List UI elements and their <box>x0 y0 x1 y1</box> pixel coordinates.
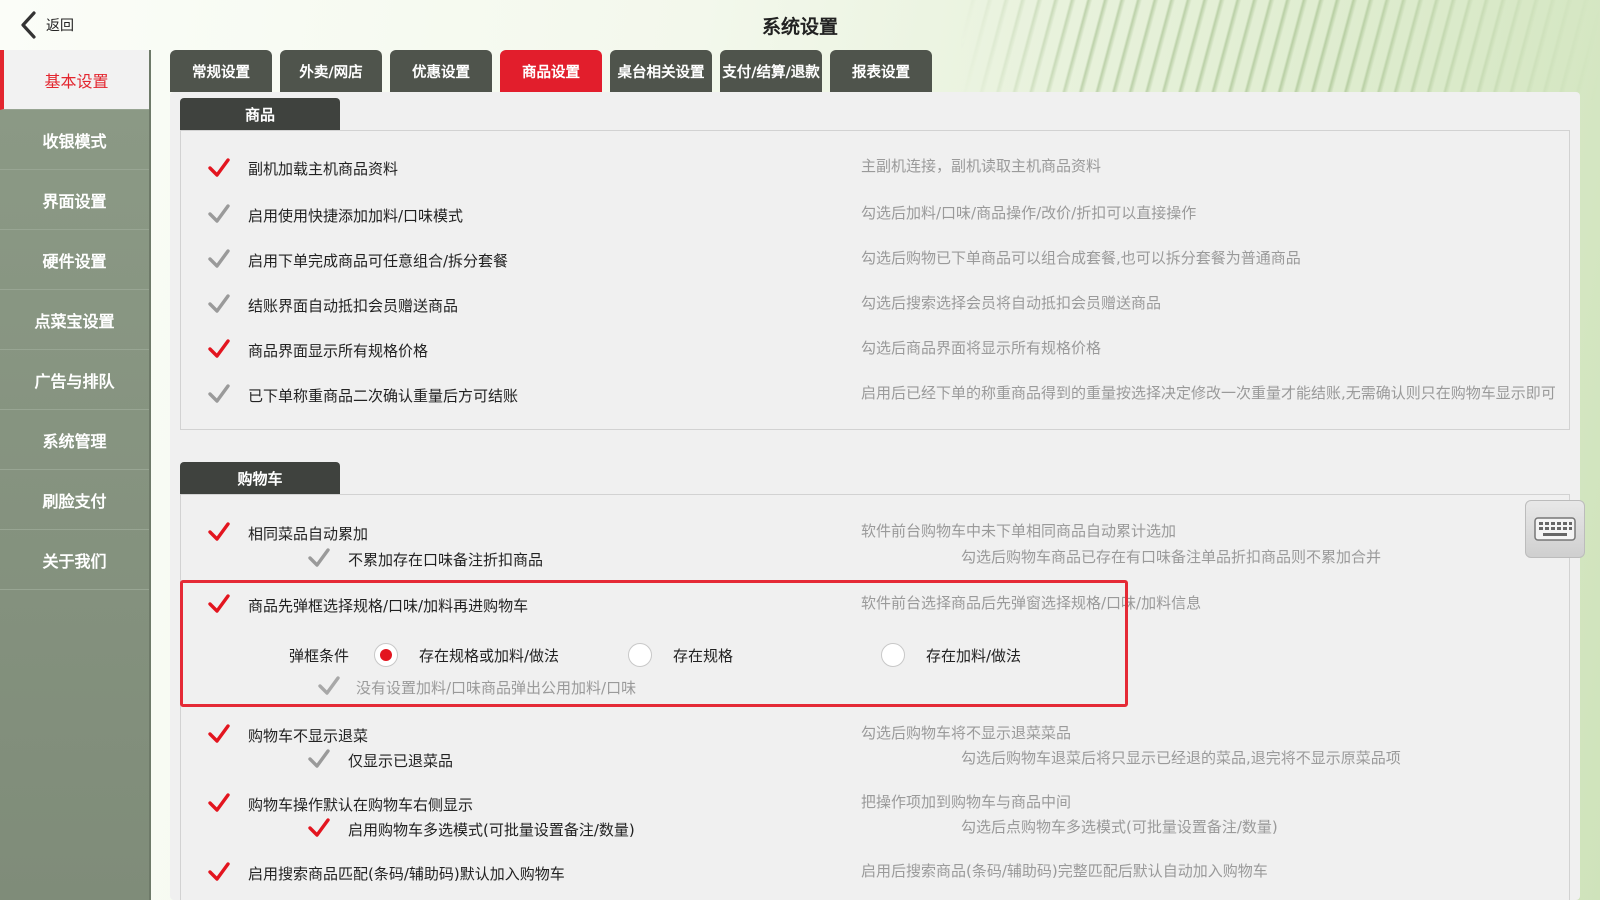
option-label: 启用搜索商品匹配(条码/辅助码)默认加入购物车 <box>248 865 565 883</box>
sidebar-item-ads-queue[interactable]: 广告与排队 <box>0 350 149 410</box>
checkmark-red-icon <box>208 522 230 541</box>
checkbox-goods-4[interactable] <box>207 338 231 360</box>
option-label: 副机加载主机商品资料 <box>248 160 399 178</box>
checkbox-cart-0[interactable] <box>207 521 231 543</box>
option-desc: 勾选后搜索选择会员将自动抵扣会员赠送商品 <box>861 294 1162 312</box>
checkmark-gray-icon <box>308 548 330 567</box>
checkbox-cart-7[interactable] <box>307 817 331 839</box>
checkbox-goods-5[interactable] <box>207 383 231 405</box>
option-desc: 软件前台选择商品后先弹窗选择规格/口味/加料信息 <box>861 594 1202 612</box>
option-desc: 勾选后购物已下单商品可以组合成套餐,也可以拆分套餐为普通商品 <box>861 249 1301 267</box>
option-label: 商品先弹框选择规格/口味/加料再进购物车 <box>248 597 529 615</box>
sidebar-item-hardware[interactable]: 硬件设置 <box>0 230 149 290</box>
sidebar-item-order-device[interactable]: 点菜宝设置 <box>0 290 149 350</box>
option-label: 没有设置加料/口味商品弹出公用加料/口味 <box>356 679 637 697</box>
option-label: 已下单称重商品二次确认重量后方可结账 <box>248 387 519 405</box>
checkbox-goods-0[interactable] <box>207 157 231 179</box>
option-desc: 勾选后购物车将不显示退菜菜品 <box>861 724 1072 742</box>
option-label: 购物车操作默认在购物车右侧显示 <box>248 796 474 814</box>
keyboard-icon <box>1534 517 1576 541</box>
checkmark-red-icon <box>208 862 230 881</box>
option-desc: 把操作项加到购物车与商品中间 <box>861 793 1072 811</box>
checkbox-cart-4[interactable] <box>207 723 231 745</box>
checkmark-gray-icon <box>208 249 230 268</box>
option-desc: 启用后已经下单的称重商品得到的重量按选择决定修改一次重量才能结账,无需确认则只在… <box>861 384 1556 402</box>
checkmark-red-icon <box>208 724 230 743</box>
section-cart: 相同菜品自动累加 软件前台购物车中未下单相同商品自动累计选加 不累加存在口味备注… <box>180 494 1570 900</box>
checkmark-gray-icon <box>208 384 230 403</box>
checkbox-cart-6[interactable] <box>207 792 231 814</box>
option-label: 结账界面自动抵扣会员赠送商品 <box>248 297 459 315</box>
option-desc: 勾选后加料/口味/商品操作/改价/折扣可以直接操作 <box>861 204 1197 222</box>
tab-goods[interactable]: 商品设置 <box>500 50 602 92</box>
sidebar-item-cashier-mode[interactable]: 收银模式 <box>0 110 149 170</box>
option-label: 启用使用快捷添加加料/口味模式 <box>248 207 464 225</box>
checkbox-cart-1[interactable] <box>307 547 331 569</box>
checkmark-red-icon <box>208 594 230 613</box>
checkmark-gray-icon <box>318 676 340 695</box>
sidebar-item-interface[interactable]: 界面设置 <box>0 170 149 230</box>
radio-spec[interactable] <box>628 643 652 667</box>
checkmark-red-icon <box>308 818 330 837</box>
popup-condition-label: 弹框条件 <box>289 647 350 665</box>
tab-discount[interactable]: 优惠设置 <box>390 50 492 92</box>
sidebar: 基本设置 收银模式 界面设置 硬件设置 点菜宝设置 广告与排队 系统管理 刷脸支… <box>0 50 151 900</box>
checkmark-red-icon <box>208 158 230 177</box>
checkbox-goods-1[interactable] <box>207 203 231 225</box>
sidebar-item-about[interactable]: 关于我们 <box>0 530 149 590</box>
tab-general[interactable]: 常规设置 <box>170 50 272 92</box>
checkbox-cart-8[interactable] <box>207 861 231 883</box>
option-desc: 勾选后商品界面将显示所有规格价格 <box>861 339 1102 357</box>
checkbox-cart-5[interactable] <box>307 748 331 770</box>
option-label: 仅显示已退菜品 <box>348 752 454 770</box>
sidebar-item-face-pay[interactable]: 刷脸支付 <box>0 470 149 530</box>
option-desc: 主副机连接，副机读取主机商品资料 <box>861 157 1102 175</box>
option-label: 商品界面显示所有规格价格 <box>248 342 429 360</box>
checkbox-goods-2[interactable] <box>207 248 231 270</box>
tab-table[interactable]: 桌台相关设置 <box>610 50 712 92</box>
settings-tabs: 常规设置 外卖/网店 优惠设置 商品设置 桌台相关设置 支付/结算/退款 报表设… <box>170 50 932 92</box>
checkbox-cart-3[interactable] <box>317 675 341 697</box>
sidebar-item-basic[interactable]: 基本设置 <box>0 50 149 110</box>
radio-label: 存在加料/做法 <box>926 647 1022 665</box>
section-goods: 副机加载主机商品资料 主副机连接，副机读取主机商品资料 启用使用快捷添加加料/口… <box>180 130 1570 430</box>
checkmark-red-icon <box>208 339 230 358</box>
option-label: 购物车不显示退菜 <box>248 727 369 745</box>
settings-panel: 商品 副机加载主机商品资料 主副机连接，副机读取主机商品资料 启用使用快捷添加加… <box>170 92 1580 900</box>
sidebar-item-system[interactable]: 系统管理 <box>0 410 149 470</box>
option-label: 相同菜品自动累加 <box>248 525 369 543</box>
radio-label: 存在规格 <box>673 647 734 665</box>
checkmark-gray-icon <box>208 204 230 223</box>
radio-spec-or-addon[interactable] <box>374 643 398 667</box>
keyboard-button[interactable] <box>1525 500 1585 558</box>
tab-report[interactable]: 报表设置 <box>830 50 932 92</box>
option-label: 不累加存在口味备注折扣商品 <box>348 551 544 569</box>
checkbox-goods-3[interactable] <box>207 293 231 315</box>
option-desc: 启用后搜索商品(条码/辅助码)完整匹配后默认自动加入购物车 <box>861 862 1268 880</box>
radio-label: 存在规格或加料/做法 <box>419 647 560 665</box>
tab-takeout[interactable]: 外卖/网店 <box>280 50 382 92</box>
option-label: 启用购物车多选模式(可批量设置备注/数量) <box>348 821 635 839</box>
option-label: 启用下单完成商品可任意组合/拆分套餐 <box>248 252 509 270</box>
page-title: 系统设置 <box>761 16 838 38</box>
checkmark-red-icon <box>208 793 230 812</box>
section-header-goods: 商品 <box>180 98 340 130</box>
option-desc: 勾选后购物车退菜后将只显示已经退的菜品,退完将不显示原菜品项 <box>961 749 1401 767</box>
section-header-cart: 购物车 <box>180 462 340 494</box>
checkmark-gray-icon <box>308 749 330 768</box>
option-desc: 勾选后点购物车多选模式(可批量设置备注/数量) <box>961 818 1278 836</box>
option-desc: 软件前台购物车中未下单相同商品自动累计选加 <box>861 522 1177 540</box>
radio-addon[interactable] <box>881 643 905 667</box>
checkmark-gray-icon <box>208 294 230 313</box>
option-desc: 勾选后购物车商品已存在有口味备注单品折扣商品则不累加合并 <box>961 548 1382 566</box>
tab-payment[interactable]: 支付/结算/退款 <box>720 50 822 92</box>
checkbox-cart-2[interactable] <box>207 593 231 615</box>
